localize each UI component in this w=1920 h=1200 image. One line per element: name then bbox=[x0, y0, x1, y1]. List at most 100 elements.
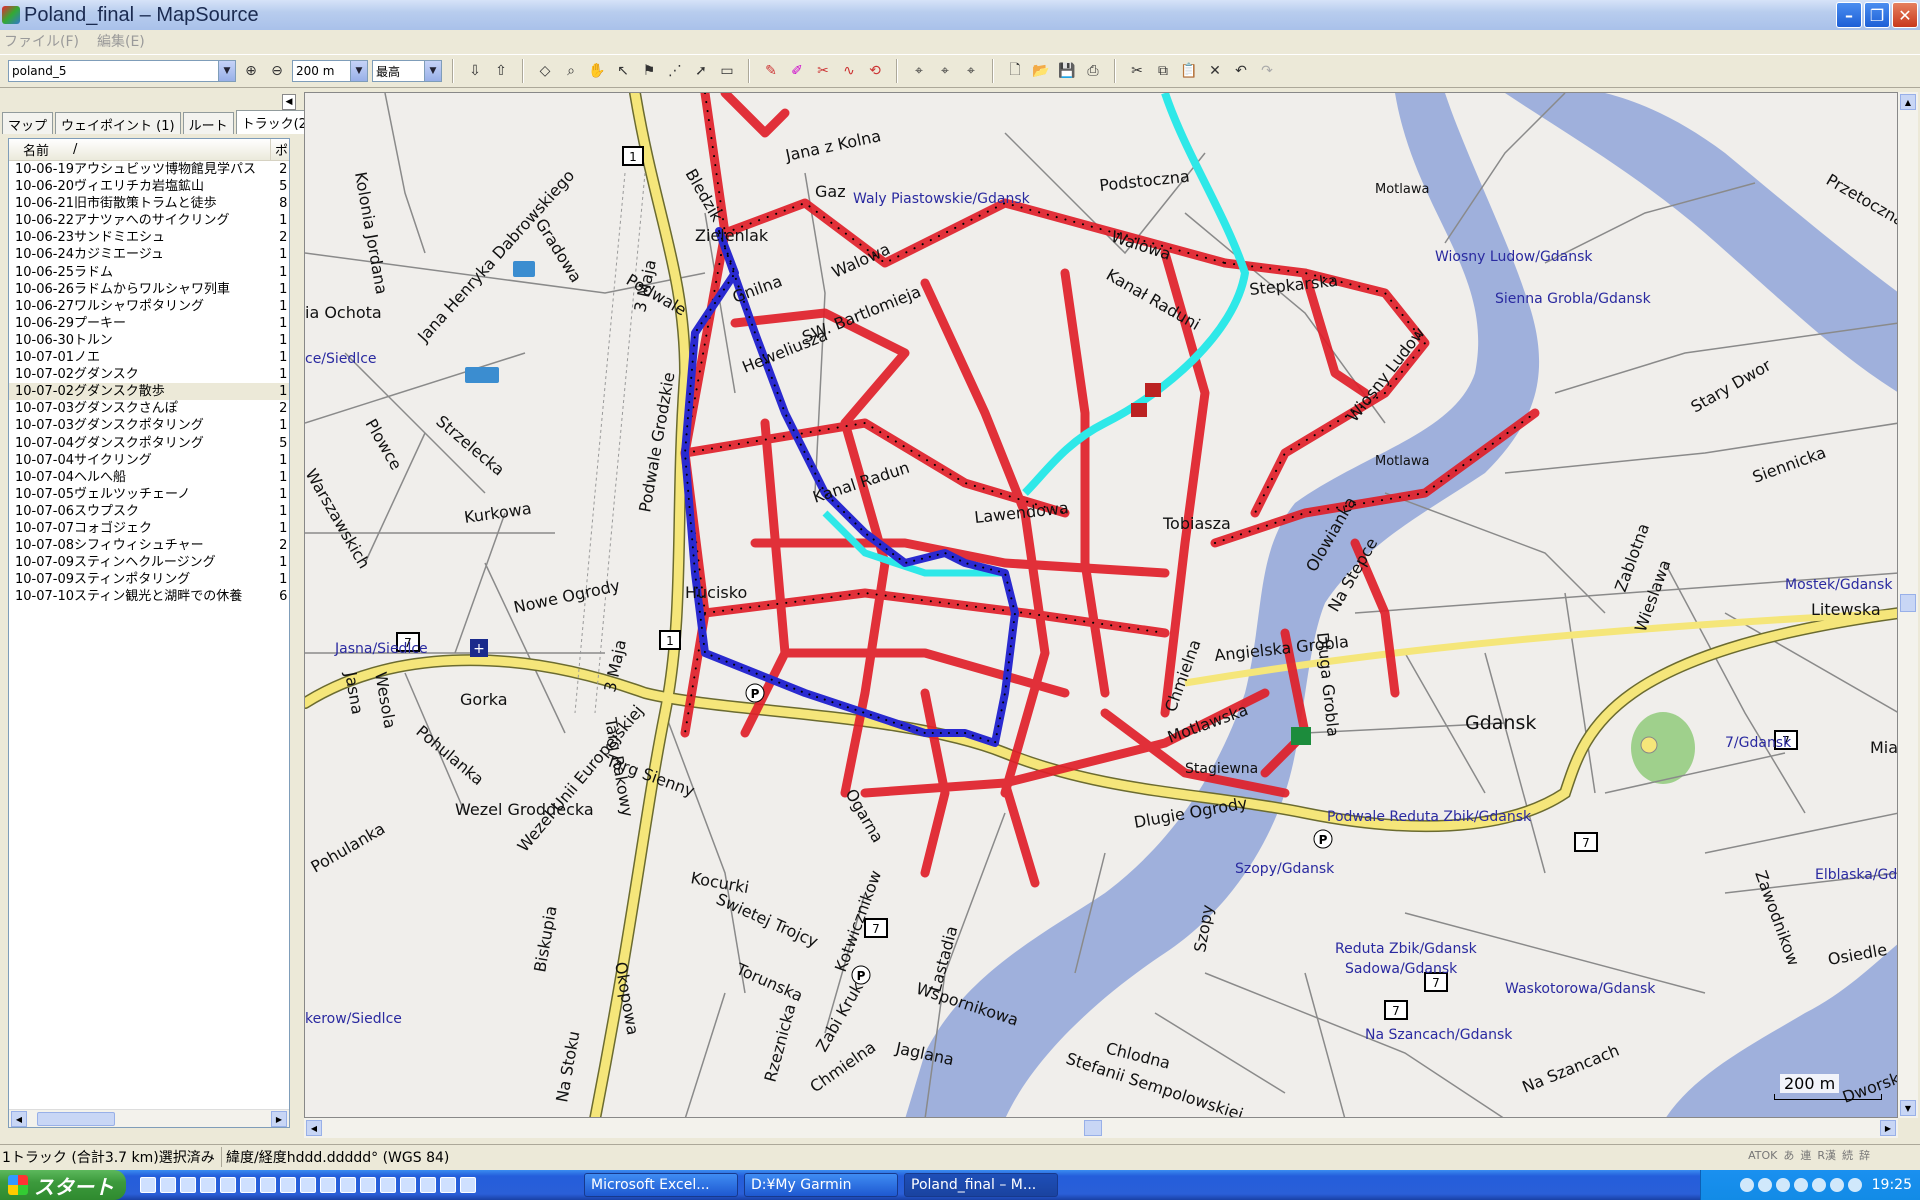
quicklaunch-app-icon[interactable] bbox=[160, 1177, 176, 1193]
selection-tool-icon[interactable]: ↖ bbox=[612, 60, 634, 82]
track-list-item[interactable]: 10-06-19アウシュビッツ博物館見学パス 2 bbox=[9, 161, 289, 178]
quicklaunch-app-icon[interactable] bbox=[420, 1177, 436, 1193]
taskbar-my-garmin[interactable]: D:¥My Garmin bbox=[744, 1173, 898, 1197]
hotel-icon[interactable] bbox=[1291, 727, 1311, 745]
chevron-down-icon[interactable]: ▼ bbox=[424, 61, 441, 81]
ime-kanji[interactable]: R漢 bbox=[1817, 1147, 1836, 1163]
track-list-item[interactable]: 10-07-07コォゴジェク 1 bbox=[9, 520, 289, 537]
parking-icon[interactable]: P bbox=[745, 683, 765, 703]
cut-icon[interactable]: ✂ bbox=[1126, 60, 1148, 82]
track-list-item[interactable]: 10-07-03グダンスクさんぽ 2 bbox=[9, 400, 289, 417]
quicklaunch-app-icon[interactable] bbox=[280, 1177, 296, 1193]
waypoint-tool-icon[interactable]: ⚑ bbox=[638, 60, 660, 82]
map-view[interactable]: 1 1 7 7 7 7 7 7 P P P + Jana z Kolna Wal… bbox=[304, 92, 1898, 1118]
zoom-in-icon[interactable]: ⊕ bbox=[240, 60, 262, 82]
track-list-item[interactable]: 10-07-08シフィウィシュチャー 2 bbox=[9, 537, 289, 554]
ime-atok[interactable]: ATOK bbox=[1748, 1149, 1777, 1162]
new-file-icon[interactable]: 🗋 bbox=[1004, 60, 1026, 82]
stadium-icon[interactable] bbox=[1640, 736, 1658, 754]
tray-icon[interactable] bbox=[1775, 1178, 1790, 1192]
ime-conversion[interactable]: 連 bbox=[1800, 1147, 1811, 1163]
track-list-item[interactable]: 10-07-05ヴェルツッチェーノ 1 bbox=[9, 486, 289, 503]
tray-icon[interactable] bbox=[1757, 1178, 1772, 1192]
map-vertical-scrollbar[interactable]: ▲ ▼ bbox=[1898, 92, 1918, 1118]
binoculars-find-icon[interactable]: ⌖ bbox=[908, 60, 930, 82]
scroll-down-button[interactable]: ▼ bbox=[1900, 1100, 1916, 1116]
quicklaunch-app-icon[interactable] bbox=[300, 1177, 316, 1193]
open-folder-icon[interactable]: 📂 bbox=[1030, 60, 1052, 82]
track-list-item[interactable]: 10-07-04ヘルへ船 1 bbox=[9, 469, 289, 486]
taskbar-excel[interactable]: Microsoft Excel... bbox=[584, 1173, 738, 1197]
track-list-item[interactable]: 10-07-09スティンヘクルージング 1 bbox=[9, 554, 289, 571]
track-list-item[interactable]: 10-07-03グダンスクポタリング 1 bbox=[9, 417, 289, 434]
pointer-tool-icon[interactable]: ➚ bbox=[690, 60, 712, 82]
find-nearby-icon[interactable]: ⌖ bbox=[934, 60, 956, 82]
taskbar-mapsource[interactable]: Poland_final – M... bbox=[904, 1173, 1058, 1197]
ime-mode[interactable]: あ bbox=[1783, 1147, 1794, 1163]
ime-continue[interactable]: 続 bbox=[1842, 1147, 1853, 1163]
quicklaunch-app-icon[interactable] bbox=[400, 1177, 416, 1193]
tray-icon[interactable] bbox=[1829, 1178, 1844, 1192]
track-list[interactable]: 名前 / ポ 10-06-19アウシュビッツ博物館見学パス 2 10-06-20ヴィ… bbox=[8, 138, 290, 1128]
track-list-item[interactable]: 10-06-22アナツァへのサイクリング 1 bbox=[9, 212, 289, 229]
title-bar[interactable]: Poland_final – MapSource – ❐ ✕ bbox=[0, 0, 1920, 30]
chevron-down-icon[interactable]: ▼ bbox=[350, 61, 367, 81]
map-product-select[interactable]: poland_5 ▼ bbox=[8, 60, 236, 82]
receive-from-device-icon[interactable]: ⇩ bbox=[464, 60, 486, 82]
map-tool-icon[interactable]: ◇ bbox=[534, 60, 556, 82]
track-erase-icon[interactable]: ✐ bbox=[786, 60, 808, 82]
track-list-item[interactable]: 10-07-04グダンスクポタリング 5 bbox=[9, 435, 289, 452]
track-list-item[interactable]: 10-07-09スティンポタリング 1 bbox=[9, 571, 289, 588]
track-list-item[interactable]: 10-06-26ラドムからワルシャワ列車 1 bbox=[9, 281, 289, 298]
map-canvas[interactable]: 1 1 7 7 7 7 7 7 P P P + Jana z Kolna Wal… bbox=[305, 93, 1898, 1118]
collapse-panel-button[interactable]: ◀ bbox=[282, 94, 296, 110]
hand-tool-icon[interactable]: ✋ bbox=[586, 60, 608, 82]
menu-edit[interactable]: 編集(E) bbox=[97, 31, 145, 51]
zoom-out-icon[interactable]: ⊖ bbox=[266, 60, 288, 82]
menu-file[interactable]: ファイル(F) bbox=[4, 31, 79, 51]
quicklaunch-app-icon[interactable] bbox=[180, 1177, 196, 1193]
quicklaunch-app-icon[interactable] bbox=[460, 1177, 476, 1193]
scroll-right-button[interactable]: ▶ bbox=[1880, 1120, 1896, 1136]
tab-waypoints[interactable]: ウェイポイント (1) bbox=[55, 112, 181, 134]
print-icon[interactable]: ⎙ bbox=[1082, 60, 1104, 82]
track-divide-icon[interactable]: ✂ bbox=[812, 60, 834, 82]
tray-icon[interactable] bbox=[1847, 1178, 1862, 1192]
tray-icon[interactable] bbox=[1739, 1178, 1754, 1192]
chevron-down-icon[interactable]: ▼ bbox=[218, 61, 235, 81]
distance-tool-icon[interactable]: ▭ bbox=[716, 60, 738, 82]
track-list-item[interactable]: 10-07-06スウプスク 1 bbox=[9, 503, 289, 520]
track-list-item[interactable]: 10-06-21旧市街散策トラムと徒歩 8 bbox=[9, 195, 289, 212]
zoom-tool-icon[interactable]: ⌕ bbox=[560, 60, 582, 82]
scroll-left-button[interactable]: ◀ bbox=[306, 1120, 322, 1136]
quicklaunch-app-icon[interactable] bbox=[260, 1177, 276, 1193]
track-list-item[interactable]: 10-06-29プーキー 1 bbox=[9, 315, 289, 332]
quicklaunch-app-icon[interactable] bbox=[220, 1177, 236, 1193]
tray-icon[interactable] bbox=[1793, 1178, 1808, 1192]
track-list-item[interactable]: 10-07-01ノエ 1 bbox=[9, 349, 289, 366]
track-list-item[interactable]: 10-06-23サンドミエシュ 2 bbox=[9, 229, 289, 246]
undo-icon[interactable]: ↶ bbox=[1230, 60, 1252, 82]
quicklaunch-app-icon[interactable] bbox=[320, 1177, 336, 1193]
name-column-header[interactable]: 名前 / bbox=[9, 139, 271, 160]
tab-routes[interactable]: ルート bbox=[182, 112, 234, 134]
find-places-icon[interactable]: ⌖ bbox=[960, 60, 982, 82]
parking-icon[interactable]: P bbox=[851, 965, 871, 985]
maximize-button[interactable]: ❐ bbox=[1864, 2, 1890, 28]
zoom-level-select[interactable]: 200 m ▼ bbox=[292, 60, 368, 82]
detail-level-select[interactable]: 最高 ▼ bbox=[372, 60, 442, 82]
track-list-item[interactable]: 10-06-25ラドム 1 bbox=[9, 264, 289, 281]
minimize-button[interactable]: – bbox=[1836, 2, 1862, 28]
horizontal-scroll-thumb[interactable] bbox=[1084, 1120, 1102, 1136]
track-list-item[interactable]: 10-07-10スティン観光と湖畔での休養 6 bbox=[9, 588, 289, 605]
points-column-header[interactable]: ポ bbox=[271, 139, 288, 160]
parking-icon[interactable]: P bbox=[1313, 829, 1333, 849]
quicklaunch-app-icon[interactable] bbox=[140, 1177, 156, 1193]
quicklaunch-app-icon[interactable] bbox=[360, 1177, 376, 1193]
track-list-item[interactable]: 10-06-24カジミエージュ 1 bbox=[9, 246, 289, 263]
quicklaunch-app-icon[interactable] bbox=[340, 1177, 356, 1193]
close-button[interactable]: ✕ bbox=[1892, 2, 1918, 28]
quicklaunch-app-icon[interactable] bbox=[380, 1177, 396, 1193]
scroll-up-button[interactable]: ▲ bbox=[1900, 94, 1916, 110]
send-to-device-icon[interactable]: ⇧ bbox=[490, 60, 512, 82]
